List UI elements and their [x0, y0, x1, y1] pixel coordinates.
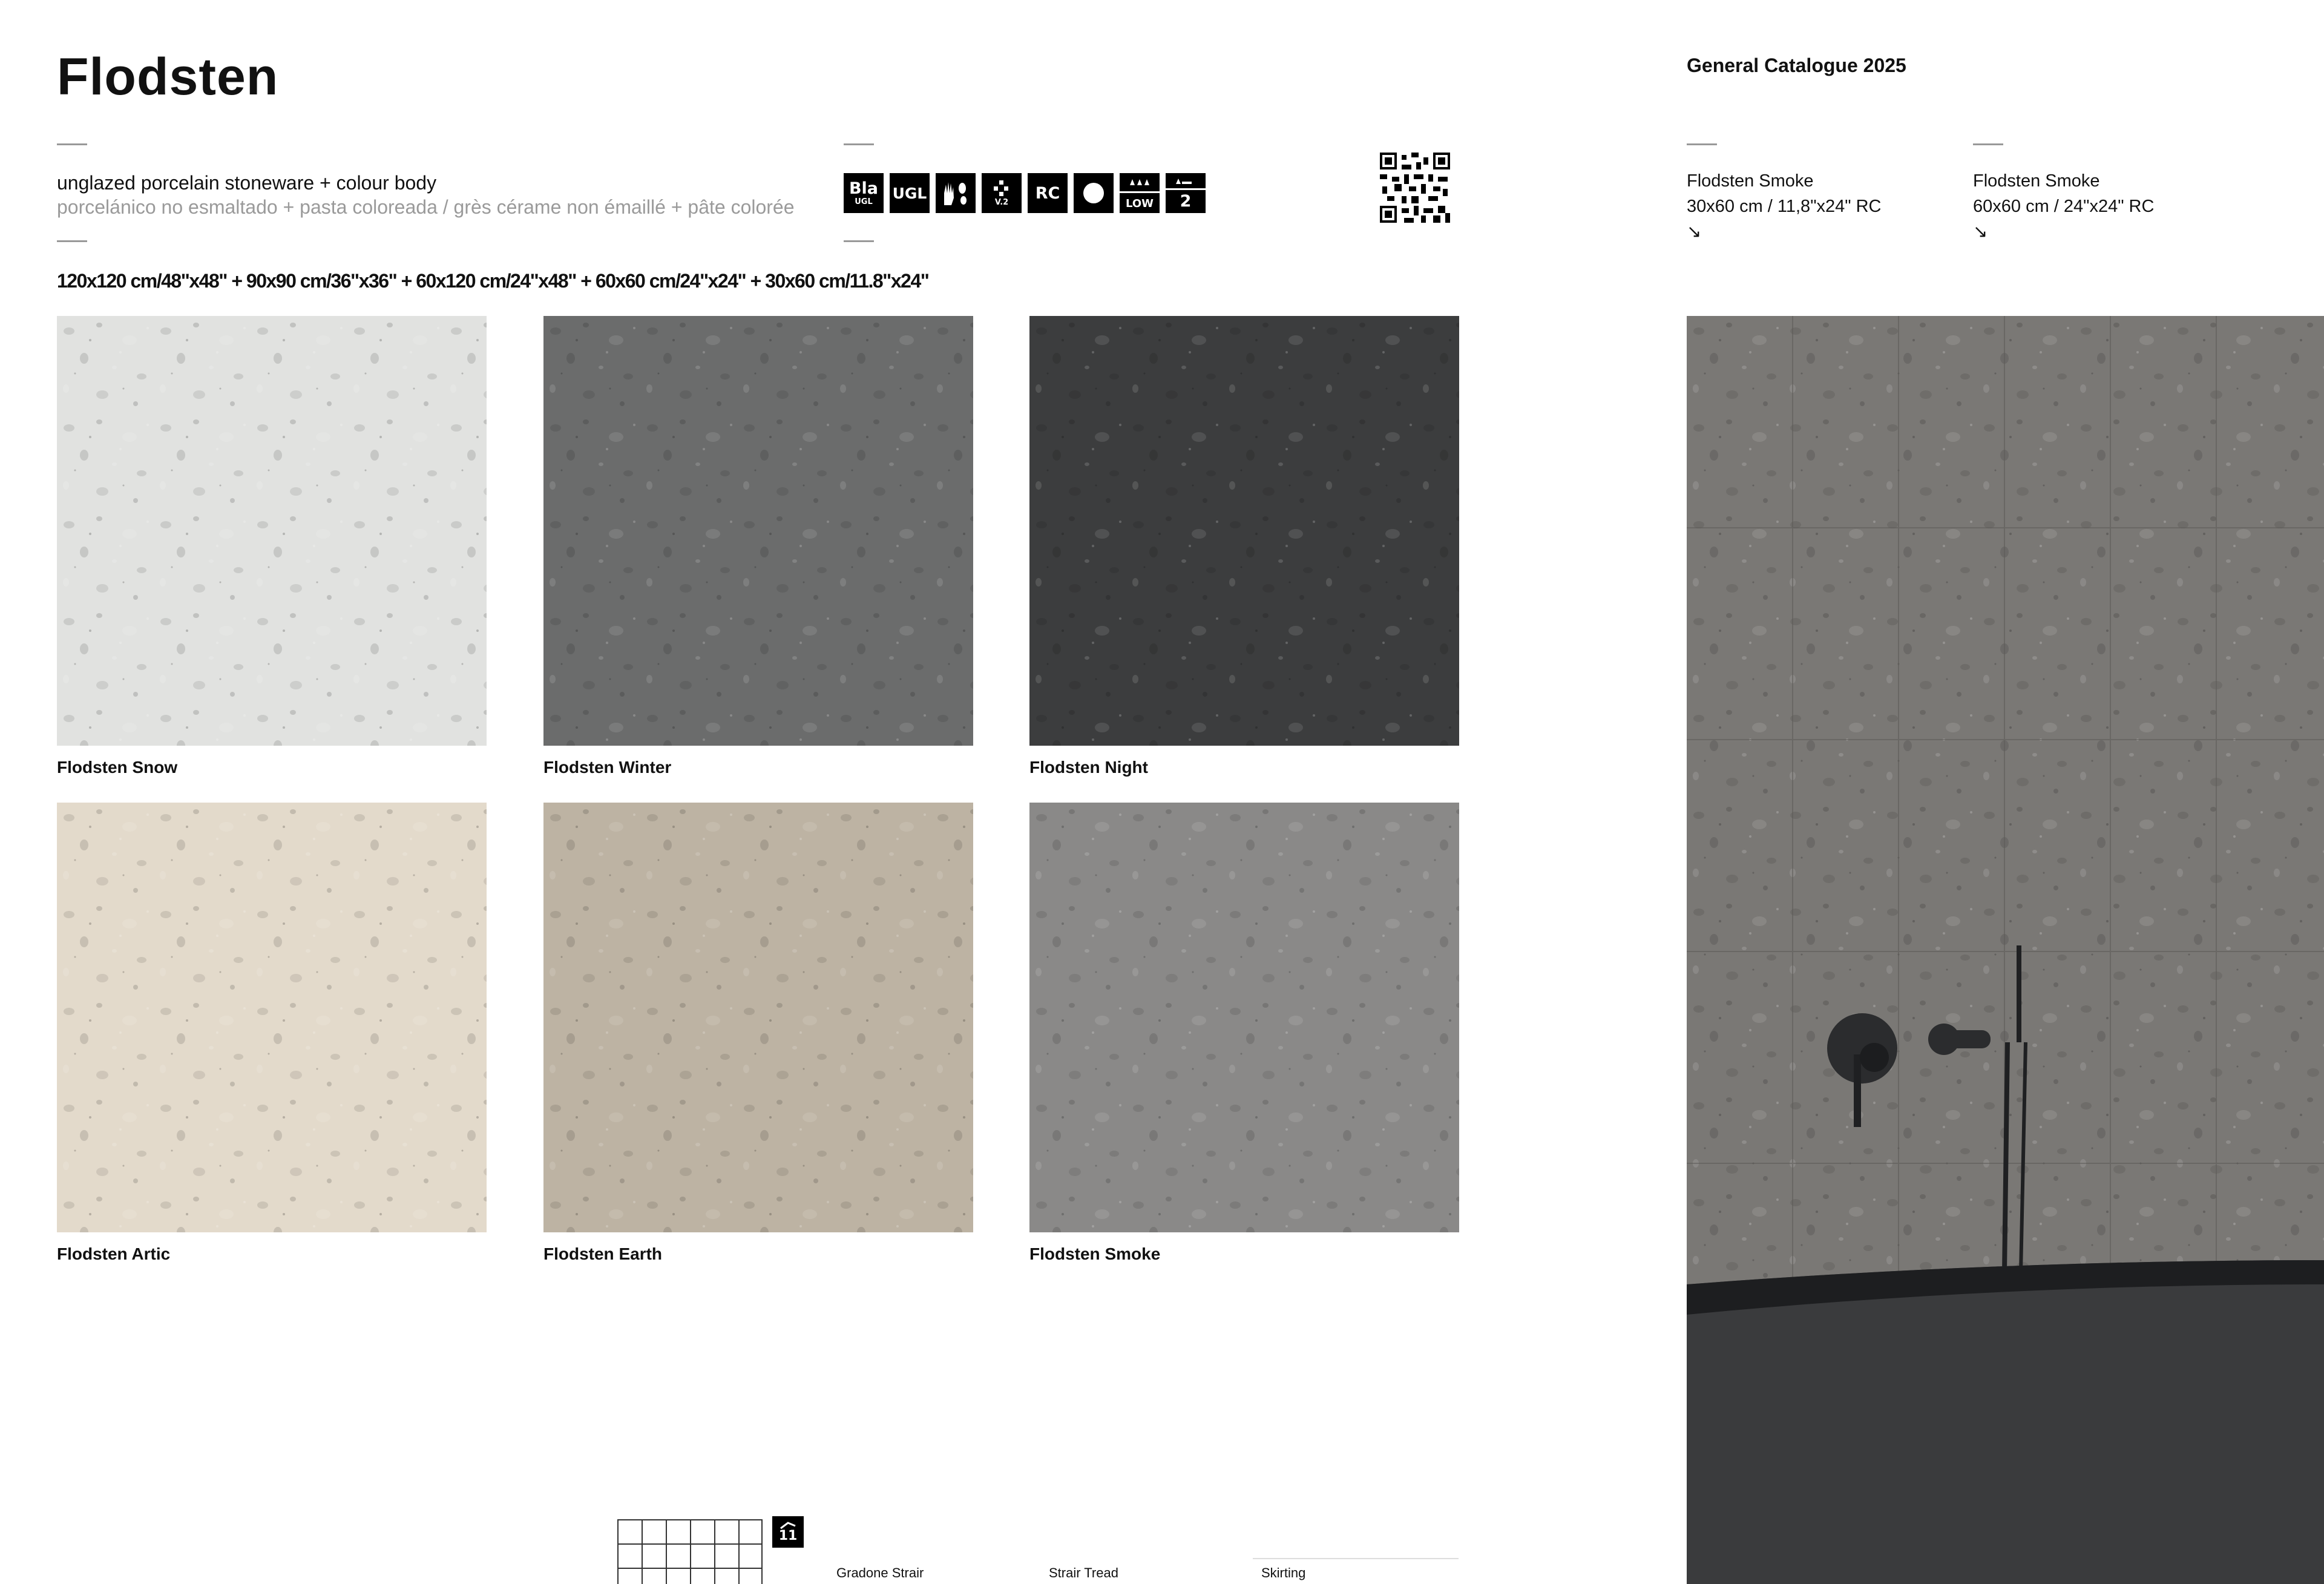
page-title: Flodsten — [57, 48, 279, 106]
material-description-translated: porcelánico no esmaltado + pasta colorea… — [57, 196, 795, 218]
divider — [1973, 143, 2003, 145]
tile-label: Flodsten Night — [1029, 758, 1148, 777]
tile-swatch-earth — [543, 803, 973, 1232]
hand-foot-icon — [936, 173, 976, 213]
spec-block: Flodsten Smoke 30x60 cm / 11,8"x24" RC ↘ — [1687, 168, 1881, 245]
qr-code-icon — [1380, 153, 1450, 223]
ambience-photo — [1687, 316, 2324, 1584]
bla-ugl-icon: Bla UGL — [844, 173, 884, 213]
available-formats: 120x120 cm/48"x48" + 90x90 cm/36"x36" + … — [57, 270, 930, 292]
mixer-plate-icon — [1827, 1013, 1897, 1083]
spec-block: Flodsten Smoke 60x60 cm / 24"x24" RC ↘ — [1973, 168, 2154, 245]
arrow-down-right-icon: ↘ — [1973, 222, 1988, 242]
circle-icon — [1074, 173, 1114, 213]
tile-swatch-night — [1029, 316, 1459, 746]
low-traffic-icon: LOW — [1120, 173, 1160, 213]
spec-size: 60x60 cm / 24"x24" RC — [1973, 197, 2155, 216]
level-2-icon: 2 — [1166, 173, 1206, 213]
divider — [57, 143, 87, 145]
footer-label: Strair Tread — [1049, 1565, 1118, 1580]
tile-label: Flodsten Winter — [543, 758, 672, 777]
divider — [844, 240, 874, 242]
footer-label: Skirting — [1261, 1565, 1306, 1580]
rc-icon: RC — [1028, 173, 1068, 213]
tile-label: Flodsten Artic — [57, 1244, 171, 1263]
v2-shade-icon: V.2 — [982, 173, 1022, 213]
material-description: unglazed porcelain stoneware + colour bo… — [57, 172, 437, 194]
tile-label: Flodsten Smoke — [1029, 1244, 1161, 1263]
catalogue-title: General Catalogue 2025 — [1687, 54, 1906, 76]
tile-label: Flodsten Earth — [543, 1244, 663, 1263]
tile-swatch-winter — [543, 316, 973, 746]
tile-swatch-snow — [57, 316, 487, 746]
spec-name: Flodsten Smoke — [1687, 171, 1814, 191]
divider — [1253, 1558, 1459, 1559]
tile-swatch-smoke — [1029, 803, 1459, 1232]
spec-size: 30x60 cm / 11,8"x24" RC — [1687, 197, 1882, 216]
tile-swatch-artic — [57, 803, 487, 1232]
tile-label: Flodsten Snow — [57, 758, 178, 777]
divider — [57, 240, 87, 242]
grid-diagram-icon — [617, 1519, 763, 1584]
divider — [844, 143, 874, 145]
arrow-down-right-icon: ↘ — [1687, 222, 1702, 242]
spec-name: Flodsten Smoke — [1973, 171, 2100, 191]
footer-label: Gradone Strair — [836, 1565, 924, 1580]
thickness-badge: 11 — [772, 1516, 804, 1548]
technical-icons: Bla UGL UGL V.2 RC LOW 2 — [844, 173, 1206, 213]
divider — [1687, 143, 1717, 145]
ugl-icon: UGL — [890, 173, 930, 213]
